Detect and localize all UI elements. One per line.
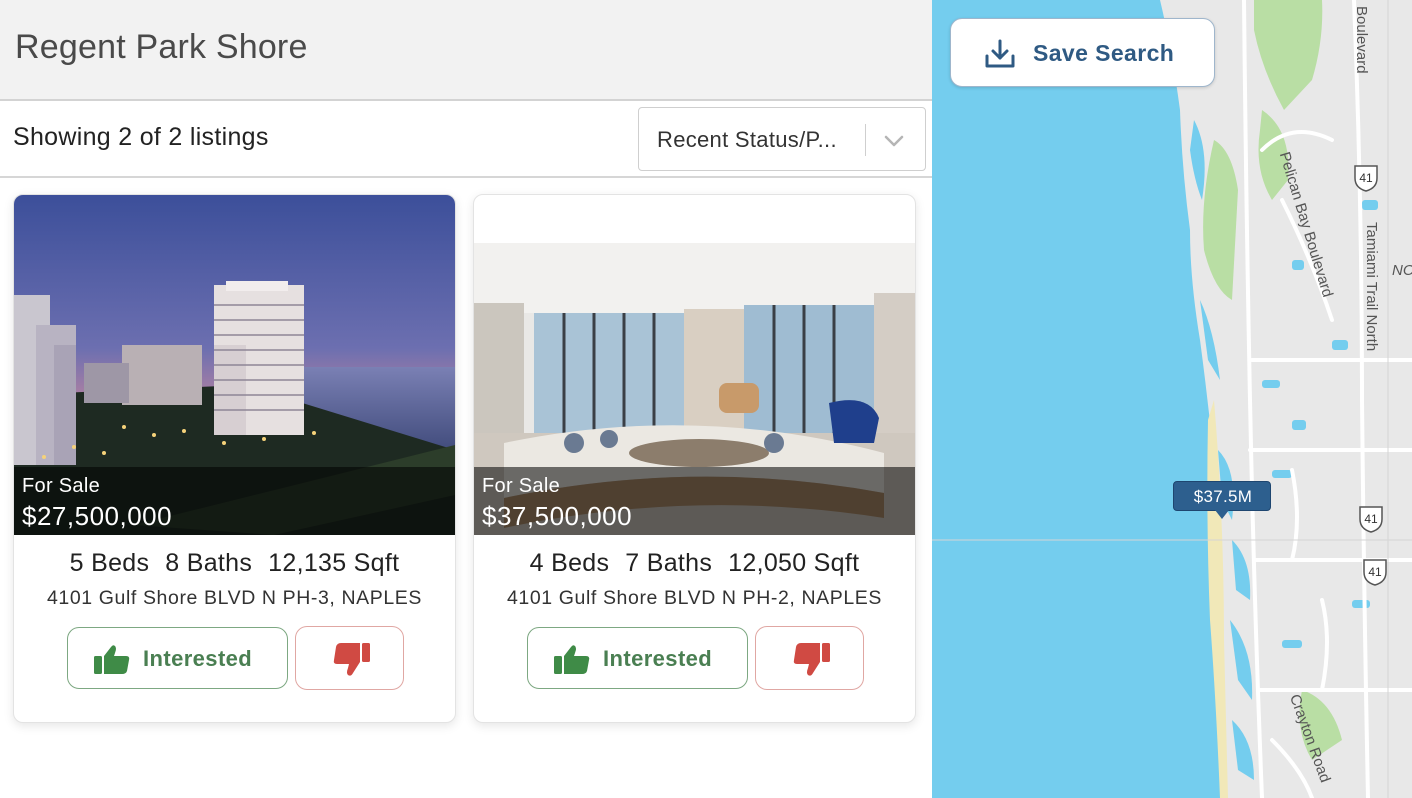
listing-status: For Sale bbox=[22, 475, 100, 497]
thumbs-down-icon bbox=[793, 643, 830, 676]
chevron-down-icon bbox=[884, 135, 904, 147]
map-price-marker[interactable]: $37.5M bbox=[1173, 481, 1271, 519]
road-label: Tamiami Trail North bbox=[1363, 222, 1380, 352]
listings-panel: Regent Park Shore Showing 2 of 2 listing… bbox=[0, 0, 932, 798]
not-interested-button[interactable] bbox=[755, 626, 864, 690]
listing-baths: 8 Baths bbox=[165, 549, 253, 577]
price-overlay: For Sale $37,500,000 bbox=[474, 467, 915, 535]
listings-toolbar: Showing 2 of 2 listings Recent Status/P.… bbox=[0, 101, 932, 178]
thumbs-down-icon bbox=[333, 643, 370, 676]
highway-shield-icon: 41 bbox=[1353, 164, 1379, 192]
sort-select-divider bbox=[865, 124, 866, 156]
page-title: Regent Park Shore bbox=[15, 28, 308, 66]
highway-shield-icon: 41 bbox=[1358, 505, 1384, 533]
sort-select[interactable]: Recent Status/P... bbox=[638, 107, 926, 171]
listing-sqft: 12,135 Sqft bbox=[268, 549, 400, 577]
road-label: NO bbox=[1392, 262, 1412, 279]
listing-card[interactable]: For Sale $37,500,000 4 Beds 7 Baths 12,050… bbox=[473, 194, 916, 723]
sort-select-value: Recent Status/P... bbox=[657, 127, 837, 152]
interested-button[interactable]: Interested bbox=[527, 627, 748, 689]
listing-price: $27,500,000 bbox=[22, 501, 173, 531]
listing-status: For Sale bbox=[482, 475, 560, 497]
map-marker-label: $37.5M bbox=[1193, 487, 1253, 506]
save-search-label: Save Search bbox=[1033, 40, 1175, 66]
listing-specs: 5 Beds 8 Baths 12,135 Sqft bbox=[14, 549, 455, 578]
price-overlay: For Sale $27,500,000 bbox=[14, 467, 455, 535]
road-label: Boulevard bbox=[1353, 6, 1370, 74]
thumbs-up-icon bbox=[94, 645, 130, 674]
interested-button-label: Interested bbox=[603, 646, 713, 671]
save-search-button[interactable]: Save Search bbox=[950, 18, 1215, 87]
page-header: Regent Park Shore bbox=[0, 0, 932, 101]
listing-sqft: 12,050 Sqft bbox=[728, 549, 860, 577]
map-marker-pointer bbox=[1215, 510, 1229, 519]
highway-shield-icon: 41 bbox=[1362, 558, 1388, 586]
listing-address: 4101 Gulf Shore BLVD N PH-2, NAPLES bbox=[506, 587, 883, 609]
listing-beds: 4 Beds bbox=[529, 549, 610, 577]
listing-count: Showing 2 of 2 listings bbox=[13, 123, 269, 151]
listing-address: 4101 Gulf Shore BLVD N PH-3, NAPLES bbox=[46, 587, 423, 609]
listing-beds: 5 Beds bbox=[69, 549, 150, 577]
interested-button-label: Interested bbox=[143, 646, 253, 671]
thumbs-up-icon bbox=[554, 645, 590, 674]
listing-card[interactable]: For Sale $27,500,000 5 Beds 8 Baths 12,135… bbox=[13, 194, 456, 723]
listing-price: $37,500,000 bbox=[482, 501, 633, 531]
download-icon bbox=[985, 39, 1015, 68]
listing-baths: 7 Baths bbox=[625, 549, 713, 577]
not-interested-button[interactable] bbox=[295, 626, 404, 690]
listing-specs: 4 Beds 7 Baths 12,050 Sqft bbox=[474, 549, 915, 578]
map[interactable]: Boulevard Pelican Bay Boulevard Tamiami … bbox=[932, 0, 1412, 798]
map-canvas[interactable] bbox=[932, 0, 1412, 798]
interested-button[interactable]: Interested bbox=[67, 627, 288, 689]
